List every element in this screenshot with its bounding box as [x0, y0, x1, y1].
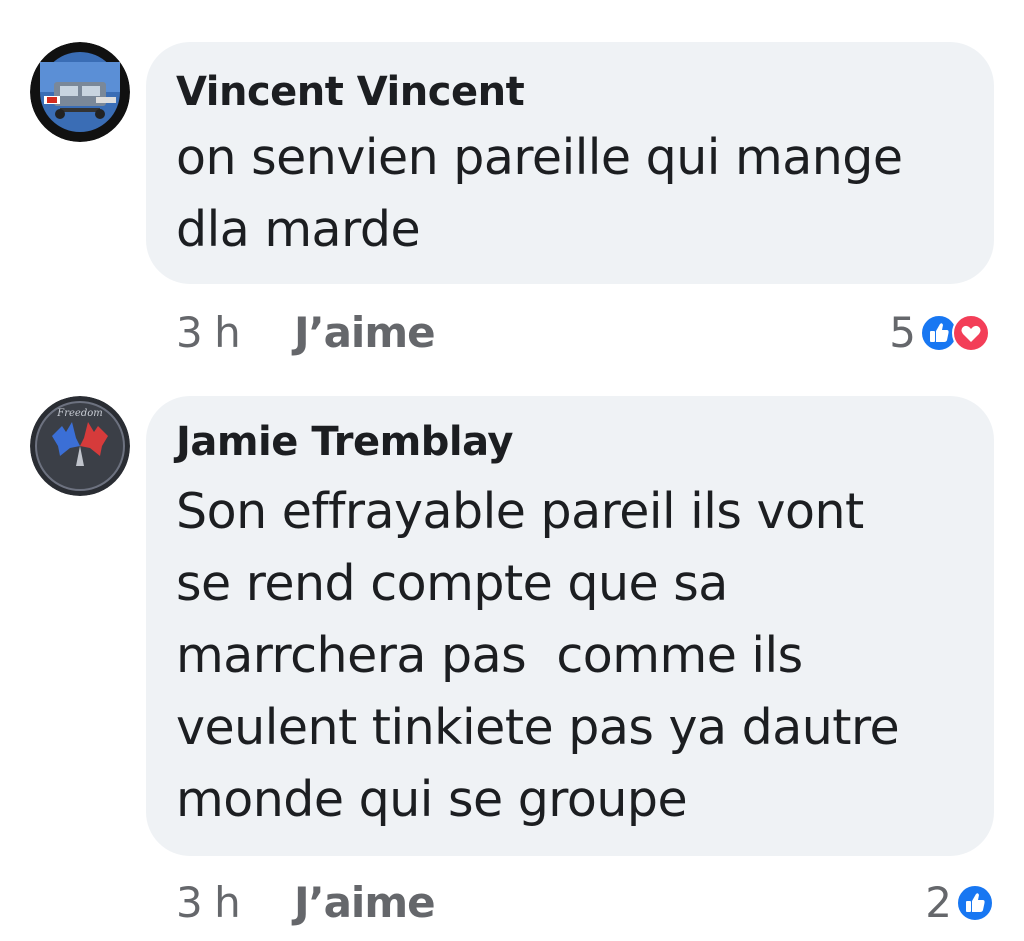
- avatar[interactable]: Freedom: [30, 396, 130, 496]
- reaction-summary[interactable]: 2: [925, 873, 994, 933]
- avatar[interactable]: [30, 42, 130, 142]
- comment-bubble: Vincent Vincent on senvien pareille qui …: [146, 42, 994, 284]
- comment-actions: 3 h J’aime 2: [0, 873, 1024, 933]
- truck-avatar-icon: [30, 42, 130, 142]
- comment-actions: 3 h J’aime 5: [0, 303, 1024, 363]
- love-icon: [952, 314, 990, 352]
- reaction-count: 5: [889, 308, 916, 357]
- comment-timestamp[interactable]: 3 h: [176, 873, 241, 933]
- svg-text:Freedom: Freedom: [56, 408, 102, 419]
- comment-author[interactable]: Jamie Tremblay: [176, 418, 970, 466]
- like-icon: [956, 884, 994, 922]
- like-button[interactable]: J’aime: [294, 303, 436, 363]
- comment-timestamp[interactable]: 3 h: [176, 303, 241, 363]
- comment-bubble: Jamie Tremblay Son effrayable pareil ils…: [146, 396, 994, 856]
- reaction-summary[interactable]: 5: [889, 303, 990, 363]
- comment-text: Son effrayable pareil ils vont se rend c…: [176, 483, 900, 828]
- comment-text: on senvien pareille qui mange dla marde: [176, 129, 903, 258]
- reaction-count: 2: [925, 878, 952, 927]
- maple-leaf-avatar-icon: Freedom: [30, 396, 130, 496]
- comment-author[interactable]: Vincent Vincent: [176, 68, 970, 116]
- like-button[interactable]: J’aime: [294, 873, 436, 933]
